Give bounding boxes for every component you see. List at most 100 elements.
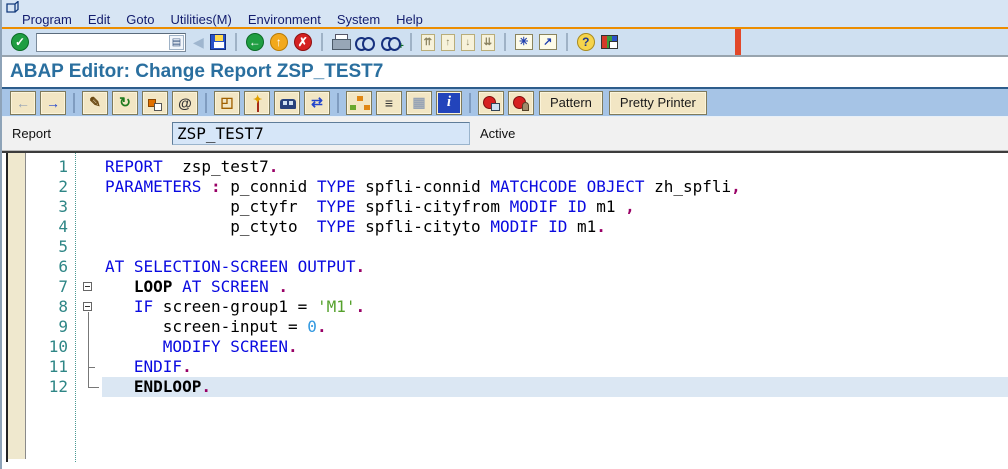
code-line-7[interactable]: LOOP AT SCREEN . [102, 277, 1008, 297]
command-field-wrap: ▤ [36, 33, 186, 52]
print-icon[interactable] [332, 34, 349, 50]
navigate-button[interactable]: ⇄ [304, 91, 330, 115]
save-icon[interactable] [210, 34, 226, 50]
create-shortcut-icon[interactable]: ↗ [539, 34, 557, 50]
code-line-12[interactable]: ENDLOOP. [102, 377, 1008, 397]
application-toolbar: ←→ ✎↻ @ ◰✦ ⇄ ≡▦i PatternPretty Printer [2, 89, 1008, 117]
first-page-icon[interactable]: ⇈ [421, 34, 435, 51]
code-line-8[interactable]: IF screen-group1 = 'M1'. [102, 297, 1008, 317]
menu-program[interactable]: Program [14, 13, 80, 27]
find-next-icon[interactable]: + [381, 36, 401, 49]
line-number-12: 12 [28, 377, 68, 397]
code-lines: REPORT zsp_test7.PARAMETERS : p_connid T… [102, 157, 1008, 397]
fold-collapse-box-line-8[interactable] [83, 302, 92, 311]
line-number-10: 10 [28, 337, 68, 357]
last-page-icon[interactable]: ⇊ [481, 34, 495, 51]
line-number-4: 4 [28, 217, 68, 237]
line-number-9: 9 [28, 317, 68, 337]
code-line-6[interactable]: AT SELECTION-SCREEN OUTPUT. [102, 257, 1008, 277]
line-number-8: 8 [28, 297, 68, 317]
code-line-3[interactable]: p_ctyfr TYPE spfli-cityfrom MODIF ID m1 … [102, 197, 1008, 217]
line-number-6: 6 [28, 257, 68, 277]
menu-utilitiesm[interactable]: Utilities(M) [162, 13, 239, 27]
report-input[interactable] [172, 122, 470, 145]
toolbar-separator [235, 33, 237, 51]
customize-layout-icon[interactable] [601, 35, 618, 49]
menu-system[interactable]: System [329, 13, 388, 27]
line-number-5: 5 [28, 237, 68, 257]
code-line-11[interactable]: ENDIF. [102, 357, 1008, 377]
toolbar-separator [337, 93, 339, 113]
navigation-stack-button[interactable]: ≡ [376, 91, 402, 115]
activate-button[interactable] [142, 91, 168, 115]
where-used-button[interactable]: ◰ [214, 91, 240, 115]
toolbar-separator [566, 33, 568, 51]
menu-bar: ProgramEditGotoUtilities(M)EnvironmentSy… [2, 13, 1008, 27]
sap-gui-window: ProgramEditGotoUtilities(M)EnvironmentSy… [0, 0, 1008, 469]
train-button[interactable] [274, 91, 300, 115]
table-button[interactable]: ▦ [406, 91, 432, 115]
menu-edit[interactable]: Edit [80, 13, 118, 27]
external-breakpoint-button[interactable] [508, 91, 534, 115]
wand-button[interactable]: ✦ [244, 91, 270, 115]
breakpoint-margin[interactable] [8, 153, 26, 459]
back-icon[interactable]: ← [246, 33, 264, 51]
line-number-gutter: 123456789101112 [28, 157, 68, 397]
pretty-printer-button[interactable]: Pretty Printer [609, 91, 707, 115]
forward-button[interactable]: → [40, 91, 66, 115]
find-icon[interactable] [355, 36, 375, 49]
code-line-5[interactable] [102, 237, 1008, 257]
menu-environment[interactable]: Environment [240, 13, 329, 27]
new-session-icon[interactable]: ✳ [515, 34, 533, 50]
menu-help[interactable]: Help [388, 13, 431, 27]
toolbar-separator [205, 93, 207, 113]
fold-bracket-tick [88, 367, 95, 368]
breakpoint-button[interactable] [478, 91, 504, 115]
toolbar-separator [410, 33, 412, 51]
window-top-bar [2, 0, 1008, 13]
line-number-3: 3 [28, 197, 68, 217]
toolbar-separator [321, 33, 323, 51]
toolbar-endcap [735, 29, 741, 55]
collapse-icon[interactable]: ◀ [193, 34, 204, 51]
menu-goto[interactable]: Goto [118, 13, 162, 27]
fold-bracket-line [88, 312, 89, 387]
command-history-icon[interactable]: ▤ [169, 35, 184, 50]
test-button[interactable]: @ [172, 91, 198, 115]
title-bar: ABAP Editor: Change Report ZSP_TEST7 [2, 57, 1008, 87]
line-number-7: 7 [28, 277, 68, 297]
code-line-2[interactable]: PARAMETERS : p_connid TYPE spfli-connid … [102, 177, 1008, 197]
help-icon[interactable]: ? [577, 33, 595, 51]
line-number-2: 2 [28, 177, 68, 197]
line-number-1: 1 [28, 157, 68, 177]
report-label: Report [12, 126, 51, 141]
enter-icon[interactable]: ✓ [11, 33, 29, 51]
toolbar-separator [504, 33, 506, 51]
code-line-10[interactable]: MODIFY SCREEN. [102, 337, 1008, 357]
fold-bracket-end [88, 387, 99, 388]
cancel-icon[interactable]: ✗ [294, 33, 312, 51]
toolbar-separator [469, 93, 471, 113]
command-input[interactable] [36, 33, 186, 52]
display-change-button[interactable]: ✎ [82, 91, 108, 115]
code-line-1[interactable]: REPORT zsp_test7. [102, 157, 1008, 177]
standard-toolbar: ✓ ▤ ◀ ← ↑ ✗ + ⇈ ↑ ↓ ⇊ ✳ ↗? [2, 29, 1008, 57]
info-button[interactable]: i [436, 91, 462, 115]
pattern-button[interactable]: Pattern [539, 91, 603, 115]
page-title: ABAP Editor: Change Report ZSP_TEST7 [2, 61, 383, 83]
code-line-9[interactable]: screen-input = 0. [102, 317, 1008, 337]
exit-icon[interactable]: ↑ [270, 33, 288, 51]
next-page-icon[interactable]: ↓ [461, 34, 475, 51]
fold-collapse-box-line-7[interactable] [83, 282, 92, 291]
report-status: Active [480, 126, 515, 141]
object-list-button[interactable] [346, 91, 372, 115]
code-editor[interactable]: 123456789101112 REPORT zsp_test7.PARAMET… [2, 151, 1008, 462]
toolbar-separator [73, 93, 75, 113]
back-button[interactable]: ← [10, 91, 36, 115]
gutter-separator [75, 153, 76, 462]
line-number-11: 11 [28, 357, 68, 377]
sap-document-icon [6, 1, 19, 13]
previous-page-icon[interactable]: ↑ [441, 34, 455, 51]
check-button[interactable]: ↻ [112, 91, 138, 115]
code-line-4[interactable]: p_ctyto TYPE spfli-cityto MODIF ID m1. [102, 217, 1008, 237]
